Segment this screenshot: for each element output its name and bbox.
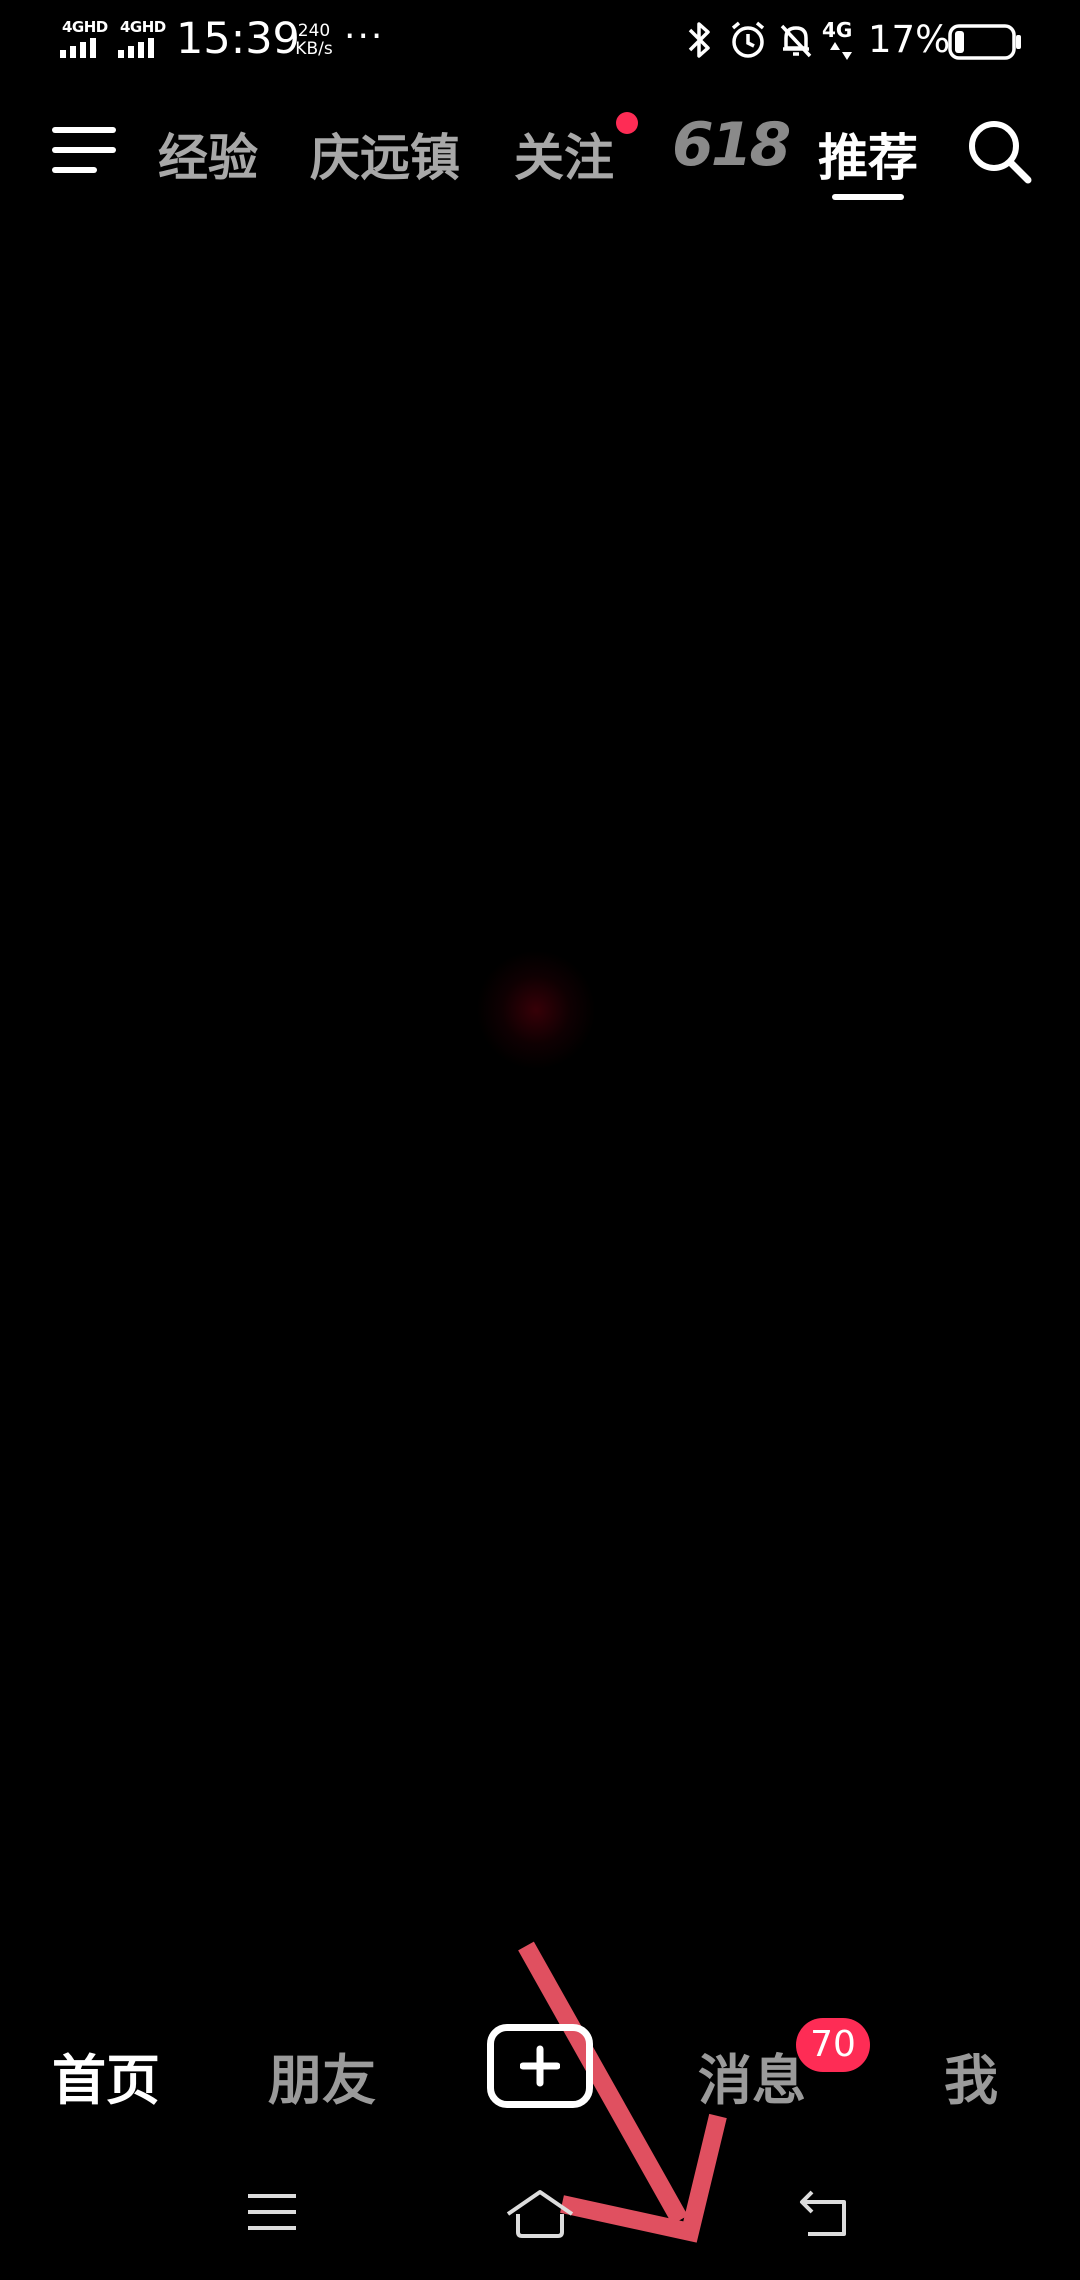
data-arrows-icon	[830, 42, 852, 60]
sim1-label: 4GHD	[62, 18, 108, 36]
following-notification-dot	[616, 112, 638, 134]
video-feed[interactable]	[0, 220, 1080, 2243]
menu-icon[interactable]	[52, 124, 116, 176]
battery-percent: 17%	[868, 18, 951, 61]
home-icon[interactable]	[504, 2188, 576, 2240]
top-nav: 经验 庆远镇 关注 618 推荐	[0, 110, 1080, 210]
plus-icon	[520, 2045, 560, 2087]
sim2-label: 4GHD	[120, 18, 166, 36]
create-post-button[interactable]	[487, 2024, 593, 2108]
clock-time: 15:39	[176, 14, 300, 64]
bottom-tab-bar: 首页 朋友 消息 70 我	[0, 2010, 1080, 2130]
status-bar: 4GHD 4GHD 15:39 240 KB/s ··· 4G 17%	[0, 0, 1080, 82]
alarm-icon	[731, 21, 765, 58]
tab-experience[interactable]: 经验	[158, 118, 258, 190]
network-4g-icon: 4G	[822, 18, 862, 62]
mute-bell-icon	[780, 24, 812, 58]
messages-count-badge: 70	[796, 2018, 870, 2072]
tab-following[interactable]: 关注	[514, 118, 614, 190]
sim1-signal: 4GHD	[60, 18, 110, 60]
tab-location[interactable]: 庆远镇	[310, 118, 460, 190]
sim2-signal: 4GHD	[118, 18, 168, 60]
network-type-label: 4G	[822, 18, 853, 42]
bluetooth-icon	[688, 22, 710, 58]
tab-recommend[interactable]: 推荐	[818, 118, 918, 190]
bottom-tab-me[interactable]: 我	[944, 2036, 998, 2115]
signal-bars-icon	[60, 38, 96, 58]
active-tab-indicator	[832, 194, 904, 200]
bottom-tab-messages[interactable]: 消息	[698, 2036, 806, 2115]
signal-bars-icon	[118, 38, 154, 58]
back-icon[interactable]	[796, 2188, 852, 2240]
search-icon[interactable]	[964, 116, 1034, 186]
recent-apps-icon[interactable]	[244, 2188, 300, 2236]
loading-indicator	[476, 950, 596, 1070]
bottom-tab-home[interactable]: 首页	[52, 2036, 160, 2115]
app-screen: 4GHD 4GHD 15:39 240 KB/s ··· 4G 17% 经验 庆…	[0, 0, 1080, 2280]
tab-618[interactable]: 618	[672, 110, 791, 180]
battery-icon	[948, 24, 1021, 60]
system-nav-bar	[0, 2168, 1080, 2268]
more-notifications-icon: ···	[344, 16, 385, 57]
bottom-tab-friends[interactable]: 朋友	[268, 2036, 376, 2115]
network-speed: 240 KB/s	[286, 22, 342, 58]
network-speed-value: 240	[297, 21, 331, 41]
network-speed-unit: KB/s	[295, 39, 333, 59]
